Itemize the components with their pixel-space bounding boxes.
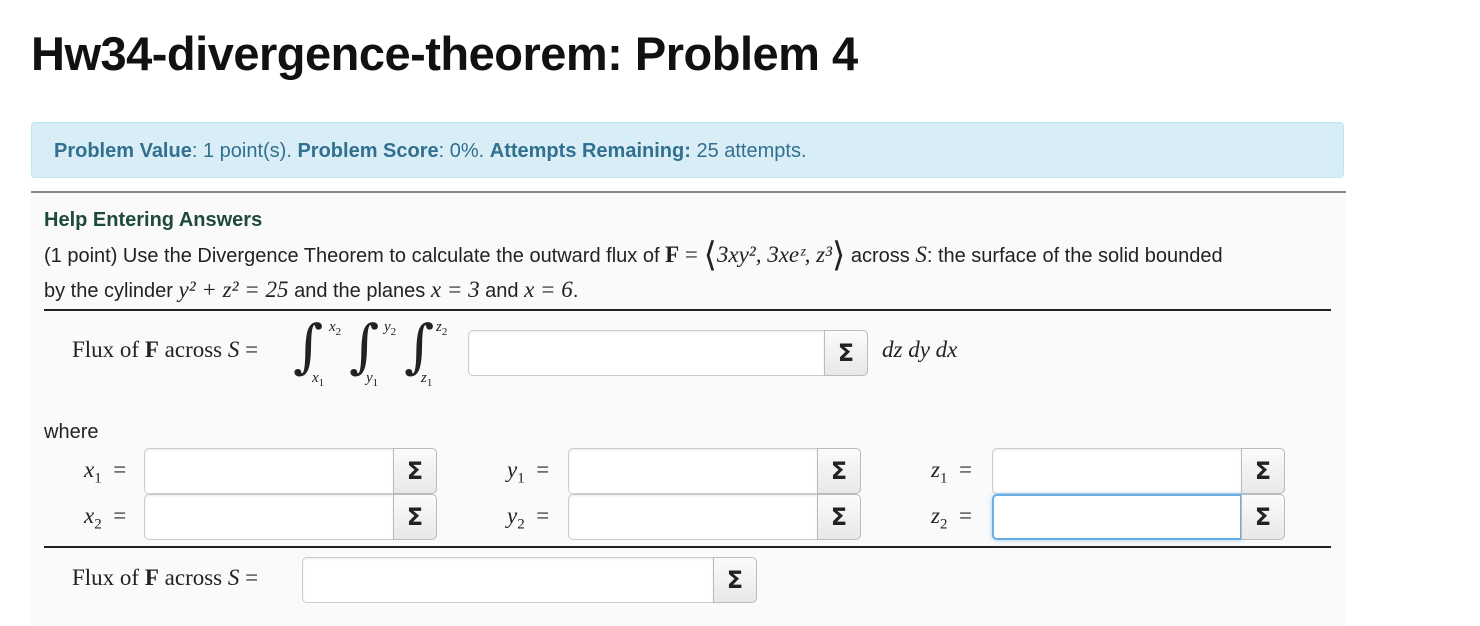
rule-bottom xyxy=(44,546,1331,548)
surface-description: : the surface of the solid bounded xyxy=(926,245,1223,267)
x-lower-limit: x1 xyxy=(312,370,325,389)
sigma-icon[interactable]: Σ xyxy=(1241,494,1285,540)
vector-field: 3xy², 3xeᶻ, z³ xyxy=(716,242,833,267)
page-title: Hw34-divergence-theorem: Problem 4 xyxy=(31,27,858,80)
sigma-icon[interactable]: Σ xyxy=(817,448,861,494)
sigma-icon[interactable]: Σ xyxy=(817,494,861,540)
sigma-icon[interactable]: Σ xyxy=(824,330,868,376)
differentials: dz dy dx xyxy=(882,337,958,362)
across-text: across xyxy=(845,245,916,267)
rule-top xyxy=(44,309,1331,311)
y1-input[interactable] xyxy=(568,448,818,494)
z2-label: z2 = xyxy=(931,503,972,533)
cylinder-text: by the cylinder xyxy=(44,280,179,302)
problem-value-text: : 1 point(s). xyxy=(191,140,298,162)
problem-value-label: Problem Value xyxy=(54,140,192,162)
help-entering-answers-link[interactable]: Help Entering Answers xyxy=(44,209,262,232)
planes-text: and the planes xyxy=(288,280,431,302)
x1-input[interactable] xyxy=(144,448,394,494)
flux-answer-label: Flux of F across S = xyxy=(72,565,259,590)
x1-label: x1 = xyxy=(84,457,127,487)
and-text: and xyxy=(479,280,525,302)
problem-intro: (1 point) Use the Divergence Theorem to … xyxy=(44,245,666,267)
x2-label: x2 = xyxy=(84,503,127,533)
integrand-input[interactable] xyxy=(468,330,825,376)
plane-1: x = 3 xyxy=(430,277,480,302)
surface-symbol: S xyxy=(915,242,927,267)
z2-input[interactable] xyxy=(992,494,1242,540)
y-upper-limit: y2 xyxy=(384,319,397,338)
problem-statement: (1 point) Use the Divergence Theorem to … xyxy=(44,237,1223,303)
flux-integral-label: Flux of F across S = xyxy=(72,337,259,362)
period: . xyxy=(572,280,579,302)
z-upper-limit: z2 xyxy=(436,319,448,338)
field-symbol: F xyxy=(665,242,680,267)
plane-2: x = 6 xyxy=(524,277,573,302)
y-lower-limit: y1 xyxy=(366,370,379,389)
sigma-icon[interactable]: Σ xyxy=(1241,448,1285,494)
problem-score-text: : 0%. xyxy=(438,140,490,162)
attempts-remaining-text: 25 attempts. xyxy=(690,140,807,162)
x-upper-limit: x2 xyxy=(329,319,342,338)
x2-input[interactable] xyxy=(144,494,394,540)
y2-input[interactable] xyxy=(568,494,818,540)
where-label: where xyxy=(44,421,99,443)
cylinder-equation: y² + z² = 25 xyxy=(178,277,289,302)
sigma-icon[interactable]: Σ xyxy=(393,448,437,494)
equals-sign: = xyxy=(679,242,704,267)
z1-label: z1 = xyxy=(931,457,972,487)
sigma-icon[interactable]: Σ xyxy=(393,494,437,540)
z-lower-limit: z1 xyxy=(421,370,433,389)
attempts-remaining-label: Attempts Remaining: xyxy=(489,140,691,162)
z1-input[interactable] xyxy=(992,448,1242,494)
problem-info-banner: Problem Value: 1 point(s). Problem Score… xyxy=(31,122,1344,178)
flux-answer-input[interactable] xyxy=(302,557,714,603)
y2-label: y2 = xyxy=(507,503,550,533)
sigma-icon[interactable]: Σ xyxy=(713,557,757,603)
y1-label: y1 = xyxy=(507,457,550,487)
problem-score-label: Problem Score xyxy=(297,140,439,162)
